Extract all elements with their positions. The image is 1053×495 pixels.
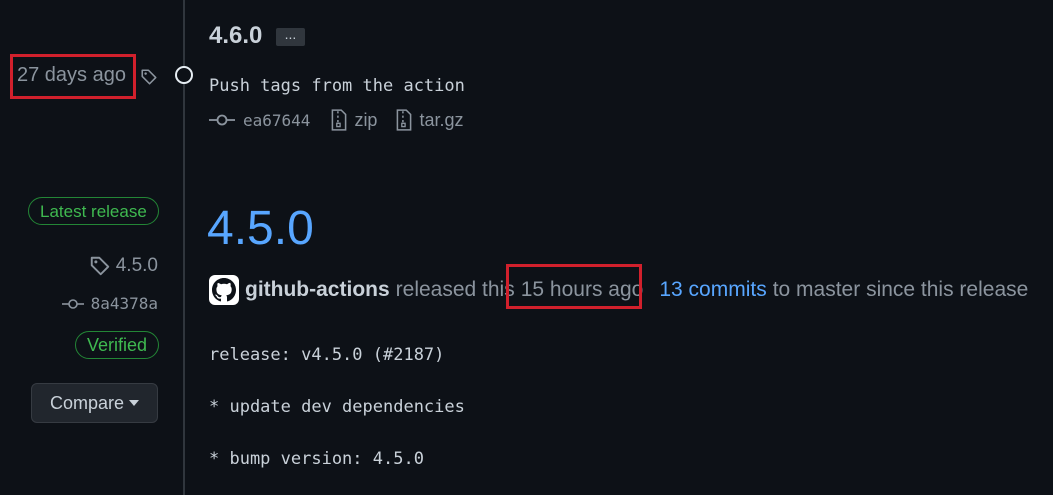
commit-icon	[209, 114, 235, 126]
timeline-dot	[175, 66, 193, 84]
expand-ellipsis-button[interactable]: ...	[276, 27, 305, 46]
caret-down-icon	[129, 400, 140, 406]
release-tag-label: 4.5.0	[115, 255, 158, 276]
targz-label: tar.gz	[419, 109, 464, 130]
compare-button[interactable]: Compare	[31, 383, 158, 423]
release-tag[interactable]: 4.5.0	[89, 255, 158, 277]
commits-since-link[interactable]: 13 commits	[659, 278, 766, 302]
github-logo-icon	[212, 278, 236, 302]
latest-release-badge: Latest release	[28, 197, 159, 225]
commit-sha-link[interactable]: ea67644	[243, 111, 310, 130]
zip-file-icon	[397, 109, 412, 131]
release-commit-sha: 8a4378a	[90, 294, 158, 313]
releases-page: 27 days ago Latest release 4.5.0 8a4378a…	[0, 0, 1053, 495]
zip-download-link[interactable]: zip	[330, 109, 377, 131]
verified-badge[interactable]: Verified	[75, 331, 160, 359]
targz-download-link[interactable]: tar.gz	[395, 109, 463, 131]
release-commit[interactable]: 8a4378a	[61, 294, 158, 313]
release-body-line: * bump version: 4.5.0	[209, 449, 424, 469]
commit-icon	[61, 298, 84, 309]
release-title-old[interactable]: 4.6.0	[209, 22, 262, 50]
commits-since-suffix: to master since this release	[772, 278, 1029, 301]
release-description-old: Push tags from the action	[209, 76, 465, 96]
author-name-link[interactable]: github-actions	[245, 278, 390, 302]
release-body-line: * update dev dependencies	[209, 397, 465, 417]
released-this-text: released this	[395, 278, 515, 301]
zip-label: zip	[354, 109, 378, 130]
release-body-line: release: v4.5.0 (#2187)	[209, 345, 445, 365]
release-author-row: github-actions released this 15 hours ag…	[209, 274, 1028, 306]
release-assets-row: ea67644 zip tar.gz	[209, 108, 481, 132]
avatar[interactable]	[209, 275, 239, 305]
zip-file-icon	[332, 109, 347, 131]
tag-icon[interactable]	[140, 68, 158, 86]
release-title-latest[interactable]: 4.5.0	[207, 201, 314, 256]
compare-button-label: Compare	[49, 392, 125, 413]
release-time: 15 hours ago	[520, 278, 644, 301]
tag-icon	[90, 256, 109, 276]
older-release-date: 27 days ago	[17, 64, 126, 86]
